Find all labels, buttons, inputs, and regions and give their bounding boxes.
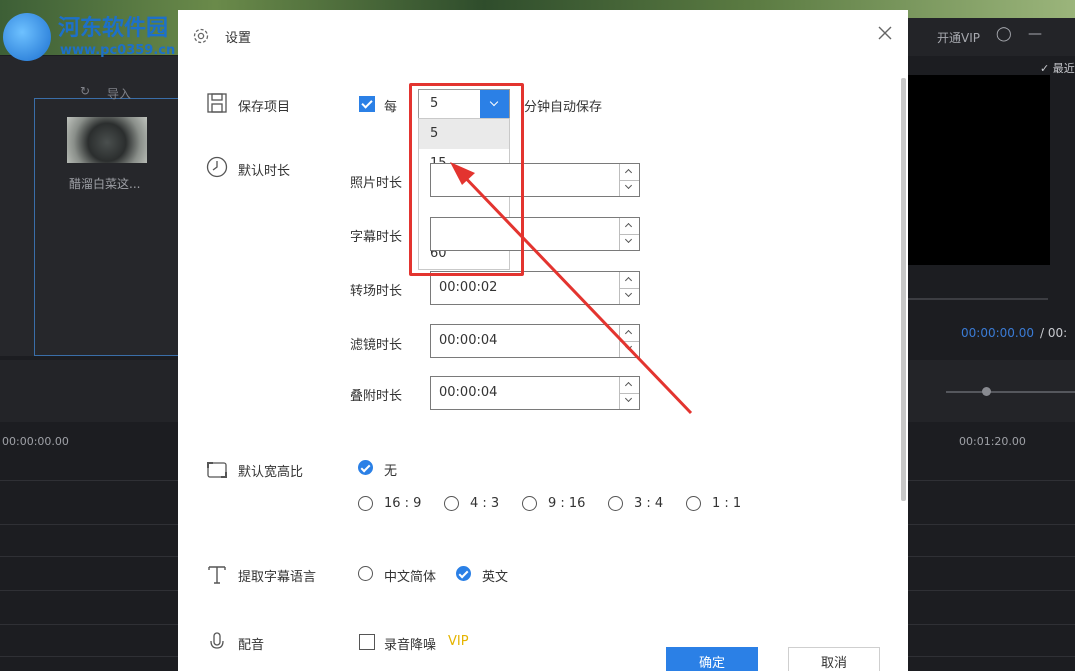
settings-dialog: 设置 保存项目 每 5 分钟自动保存 5 15 30 45 60 默认时长 照片…: [178, 10, 908, 671]
watermark-logo: [3, 13, 51, 61]
minimize-icon[interactable]: —: [1028, 26, 1042, 42]
recent-label: ✓ 最近: [1040, 62, 1075, 75]
ruler-mark: 00:01:20.00: [959, 435, 1026, 448]
watermark-title: 河东软件园: [58, 15, 169, 41]
annotation-arrow: [450, 162, 693, 415]
zoom-slider-handle[interactable]: [982, 387, 991, 396]
media-item-label: 醋溜白菜这...: [69, 177, 141, 191]
background-header-bar: [908, 18, 1075, 56]
open-vip-link[interactable]: 开通VIP: [937, 29, 980, 46]
zoom-slider[interactable]: [946, 391, 1075, 393]
preview-window: [908, 75, 1050, 265]
import-icon[interactable]: ↻: [80, 84, 90, 98]
media-thumbnail[interactable]: [67, 117, 147, 163]
total-time: / 00:: [1040, 326, 1068, 340]
current-time: 00:00:00.00: [961, 326, 1034, 340]
watermark-url: www.pc0359.cn: [60, 43, 176, 58]
import-button[interactable]: 导入: [107, 85, 131, 102]
user-icon[interactable]: ◯: [996, 26, 1012, 42]
ruler-start: 00:00:00.00: [2, 435, 69, 448]
preview-seekbar[interactable]: [908, 298, 1048, 300]
